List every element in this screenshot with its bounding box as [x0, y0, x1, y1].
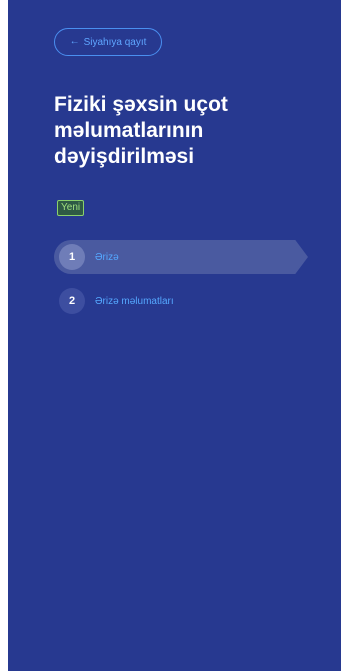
- steps-list: 1 Ərizə 2 Ərizə məlumatları: [54, 240, 310, 328]
- step-item-1[interactable]: 1 Ərizə: [54, 240, 310, 274]
- step-number-2: 2: [59, 288, 85, 314]
- status-badge: Yeni: [57, 200, 85, 216]
- back-button-label: Siyahıya qayıt: [83, 36, 147, 48]
- step-label-2: Ərizə məlumatları: [95, 295, 174, 307]
- step-item-2[interactable]: 2 Ərizə məlumatları: [54, 284, 310, 318]
- step-number-1: 1: [59, 244, 85, 270]
- main-panel: ← Siyahıya qayıt Fiziki şəxsin uçot məlu…: [8, 0, 341, 671]
- arrow-left-icon: ←: [69, 36, 80, 47]
- page-title: Fiziki şəxsin uçot məlumatlarının dəyişd…: [54, 93, 228, 168]
- active-step-highlight: [54, 240, 308, 274]
- step-label-1: Ərizə: [95, 251, 119, 263]
- back-to-list-button[interactable]: ← Siyahıya qayıt: [54, 28, 162, 56]
